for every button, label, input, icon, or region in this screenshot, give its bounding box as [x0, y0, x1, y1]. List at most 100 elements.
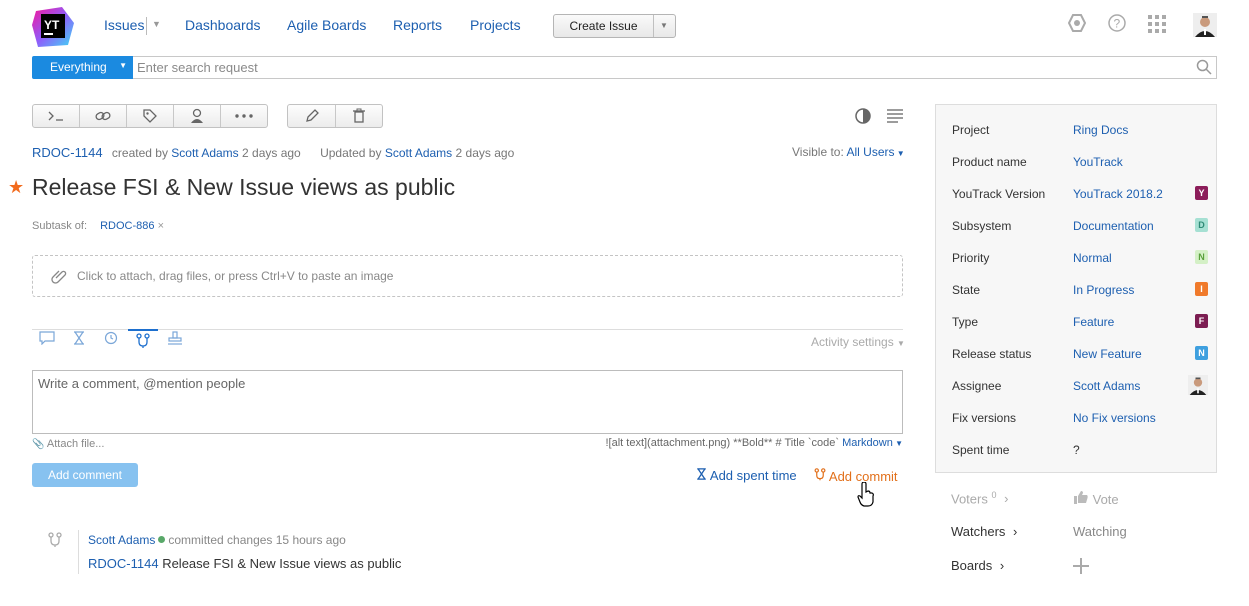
commit-author[interactable]: Scott Adams: [88, 533, 155, 547]
link-issue-button[interactable]: [80, 105, 127, 127]
chevron-right-icon: ›: [999, 558, 1005, 573]
nav-projects[interactable]: Projects: [470, 17, 521, 33]
field-value[interactable]: Scott Adams: [1073, 379, 1140, 393]
hand-cursor-icon: [856, 481, 876, 508]
watchers[interactable]: Watchers ›: [951, 524, 1017, 539]
search-input[interactable]: [133, 56, 1217, 79]
hourglass-icon: [697, 468, 706, 480]
add-tag-button[interactable]: [127, 105, 174, 127]
field-state[interactable]: State In Progress I: [952, 282, 1214, 315]
nav-dashboards[interactable]: Dashboards: [185, 17, 261, 33]
help-icon[interactable]: ?: [1105, 14, 1129, 38]
details-list-icon[interactable]: [886, 108, 904, 127]
field-product-name[interactable]: Product name YouTrack: [952, 155, 1214, 187]
nav-reports[interactable]: Reports: [393, 17, 442, 33]
tab-approvals[interactable]: [160, 331, 190, 355]
help-center-icon[interactable]: [1065, 14, 1089, 38]
more-actions-button[interactable]: [221, 105, 267, 127]
field-youtrack-version[interactable]: YouTrack Version YouTrack 2018.2 Y: [952, 186, 1214, 219]
contrast-icon[interactable]: [855, 108, 871, 127]
commit-divider: [78, 530, 79, 574]
issue-title[interactable]: Release FSI & New Issue views as public: [32, 174, 455, 201]
nav-issues[interactable]: Issues: [104, 17, 144, 33]
command-button[interactable]: [33, 105, 80, 127]
tab-history[interactable]: [96, 331, 126, 355]
field-value[interactable]: ?: [1073, 443, 1080, 457]
created-ago: 2 days ago: [242, 146, 301, 160]
command-icon: [48, 111, 63, 121]
add-comment-button[interactable]: Add comment: [32, 463, 138, 487]
field-label: Type: [952, 315, 979, 329]
field-label: State: [952, 283, 981, 297]
boards[interactable]: Boards ›: [951, 558, 1004, 573]
create-issue-button[interactable]: Create Issue ▼: [553, 14, 676, 38]
field-spent-time[interactable]: Spent time?: [952, 443, 1214, 475]
visible-to-dropdown[interactable]: All Users: [846, 145, 894, 159]
comment-icon: [39, 331, 55, 346]
updated-by-author[interactable]: Scott Adams: [385, 146, 452, 160]
activity-settings[interactable]: Activity settings ▼: [811, 335, 905, 349]
user-avatar[interactable]: [1193, 13, 1217, 37]
field-priority[interactable]: Priority Normal N: [952, 250, 1214, 283]
field-value[interactable]: Documentation: [1073, 219, 1154, 233]
tab-comments[interactable]: [32, 331, 62, 355]
youtrack-logo[interactable]: YT: [32, 7, 74, 47]
field-fix-versions[interactable]: Fix versions No Fix versions: [952, 411, 1214, 443]
watching-toggle[interactable]: Watching: [1073, 524, 1127, 539]
edit-toolbar: [287, 104, 383, 128]
field-label: Release status: [952, 347, 1032, 361]
search-icon[interactable]: [1196, 59, 1212, 75]
thumbs-up-icon: [1074, 491, 1088, 504]
remove-icon[interactable]: ×: [158, 220, 164, 232]
attach-file-label: Attach file...: [46, 438, 105, 450]
markdown-syntax-hint: ![alt text](attachment.png) **Bold** # T…: [605, 437, 840, 449]
apps-grid-icon[interactable]: [1145, 14, 1169, 38]
visible-to-label: Visible to:: [792, 145, 844, 159]
subtask-link[interactable]: RDOC-886: [100, 220, 154, 232]
issue-id[interactable]: RDOC-1144: [32, 145, 103, 160]
markdown-dropdown[interactable]: Markdown: [842, 437, 893, 449]
voters-count: 0: [991, 490, 997, 500]
field-type[interactable]: Type Feature F: [952, 314, 1214, 347]
field-value[interactable]: In Progress: [1073, 283, 1134, 297]
field-assignee[interactable]: Assignee Scott Adams: [952, 375, 1214, 411]
field-value[interactable]: Ring Docs: [1073, 123, 1128, 137]
field-subsystem[interactable]: Subsystem Documentation D: [952, 218, 1214, 251]
attach-file-link[interactable]: 📎 Attach file...: [32, 438, 104, 450]
chevron-down-icon: ▼: [119, 61, 127, 70]
assign-button[interactable]: [174, 105, 221, 127]
add-spent-time-button[interactable]: Add spent time: [696, 468, 797, 483]
field-value[interactable]: Feature: [1073, 315, 1114, 329]
field-release-status[interactable]: Release status New Feature N: [952, 346, 1214, 379]
star-icon[interactable]: ★: [8, 177, 24, 198]
tab-vcs-changes[interactable]: [128, 329, 158, 353]
edit-button[interactable]: [288, 105, 336, 127]
field-value[interactable]: YouTrack 2018.2: [1073, 187, 1163, 201]
chevron-down-icon[interactable]: ▼: [893, 439, 903, 448]
commit-issue-link[interactable]: RDOC-1144: [88, 556, 159, 571]
chevron-down-icon[interactable]: ▼: [895, 149, 905, 158]
attachment-dropzone[interactable]: Click to attach, drag files, or press Ct…: [32, 255, 903, 297]
field-project[interactable]: Project Ring Docs: [952, 123, 1214, 155]
online-status-icon: [158, 536, 166, 543]
search-context-dropdown[interactable]: Everything ▼: [32, 56, 133, 79]
created-by-author[interactable]: Scott Adams: [171, 146, 238, 160]
add-board-icon[interactable]: [1072, 557, 1090, 578]
trash-icon: [353, 108, 365, 123]
nav-agile-boards[interactable]: Agile Boards: [287, 17, 366, 33]
comment-input[interactable]: [32, 370, 903, 434]
field-value[interactable]: YouTrack: [1073, 155, 1123, 169]
field-value[interactable]: No Fix versions: [1073, 411, 1156, 425]
chevron-down-icon[interactable]: ▼: [152, 19, 161, 29]
field-badge: N: [1195, 346, 1208, 360]
updated-by-prefix: Updated by: [320, 146, 382, 160]
field-value[interactable]: Normal: [1073, 251, 1112, 265]
branch-icon: [48, 532, 64, 548]
vote-button[interactable]: Vote: [1073, 490, 1119, 507]
tab-work-items[interactable]: [64, 331, 94, 355]
delete-button[interactable]: [336, 105, 382, 127]
field-value[interactable]: New Feature: [1073, 347, 1142, 361]
field-label: YouTrack Version: [952, 187, 1046, 201]
chevron-down-icon[interactable]: ▼: [653, 15, 675, 37]
voters[interactable]: Voters 0 ›: [951, 490, 1008, 506]
